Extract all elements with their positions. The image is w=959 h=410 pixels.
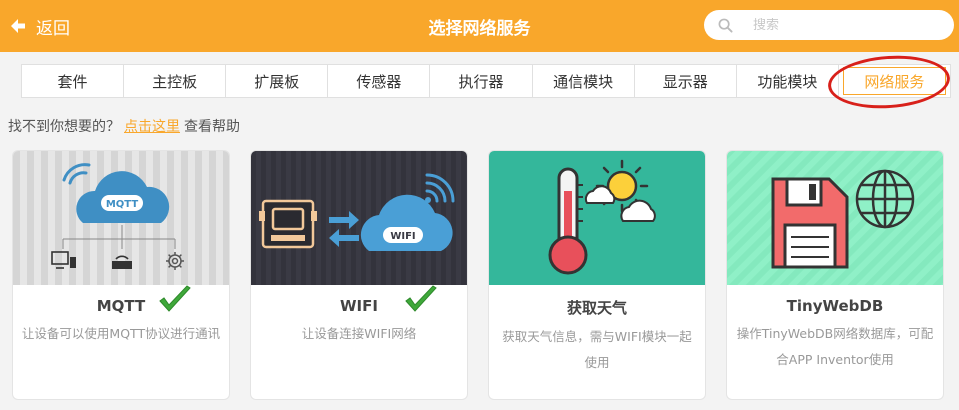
floppy-disk-icon: [771, 177, 849, 269]
back-label: 返回: [36, 18, 70, 39]
card-description: 获取天气信息，需与WIFI模块一起使用: [502, 329, 692, 370]
board-icon: [259, 199, 317, 249]
card-wifi[interactable]: WIFI WIFI 让设备连接WIFI网络: [250, 150, 468, 400]
weather-image: [489, 151, 705, 285]
back-button[interactable]: 返回: [10, 13, 70, 39]
tab-main-board[interactable]: 主控板: [124, 65, 227, 97]
card-description: 操作TinyWebDB网络数据库，可配合APP Inventor使用: [736, 326, 934, 367]
card-weather[interactable]: 获取天气 获取天气信息，需与WIFI模块一起使用: [488, 150, 706, 400]
wifi-image-label: WIFI: [390, 231, 415, 242]
card-mqtt[interactable]: MQTT MQTT 让设备可以使用MQTT协议进行通讯: [12, 150, 230, 400]
mqtt-image-label: MQTT: [106, 199, 139, 210]
category-tabs: 套件 主控板 扩展板 传感器 执行器 通信模块 显示器 功能模块 网络服务: [21, 64, 951, 98]
check-icon: [405, 285, 437, 312]
card-title: TinyWebDB: [786, 297, 884, 315]
tab-actuators[interactable]: 执行器: [430, 65, 533, 97]
card-description: 让设备可以使用MQTT协议进行通讯: [21, 326, 221, 341]
tab-kits[interactable]: 套件: [22, 65, 125, 97]
tab-sensors[interactable]: 传感器: [328, 65, 431, 97]
tab-displays[interactable]: 显示器: [635, 65, 737, 97]
wifi-image: WIFI: [251, 151, 467, 285]
card-description: 让设备连接WIFI网络: [301, 326, 417, 341]
check-icon: [159, 285, 191, 312]
tab-function-modules[interactable]: 功能模块: [737, 65, 839, 97]
mqtt-image: MQTT: [13, 151, 229, 285]
hint-suffix: 查看帮助: [184, 119, 240, 135]
globe-icon: [855, 169, 915, 229]
tab-expansion-board[interactable]: 扩展板: [226, 65, 329, 97]
search-box[interactable]: [704, 10, 954, 40]
tab-network-services[interactable]: 网络服务: [842, 67, 946, 95]
card-title: MQTT: [96, 297, 146, 315]
help-link[interactable]: 点击这里: [124, 119, 180, 135]
tab-communication-modules[interactable]: 通信模块: [533, 65, 635, 97]
hint-prefix: 找不到你想要的？: [8, 119, 120, 135]
card-tinywebdb[interactable]: TinyWebDB 操作TinyWebDB网络数据库，可配合APP Invent…: [726, 150, 944, 400]
tinywebdb-image: [727, 151, 943, 285]
top-bar: 返回 选择网络服务: [0, 0, 959, 52]
arrow-left-icon: [11, 19, 25, 33]
card-title: 获取天气: [566, 299, 627, 317]
search-icon: [718, 18, 733, 33]
search-input[interactable]: [753, 17, 933, 33]
help-hint: 找不到你想要的？ 点击这里 查看帮助: [8, 116, 240, 136]
